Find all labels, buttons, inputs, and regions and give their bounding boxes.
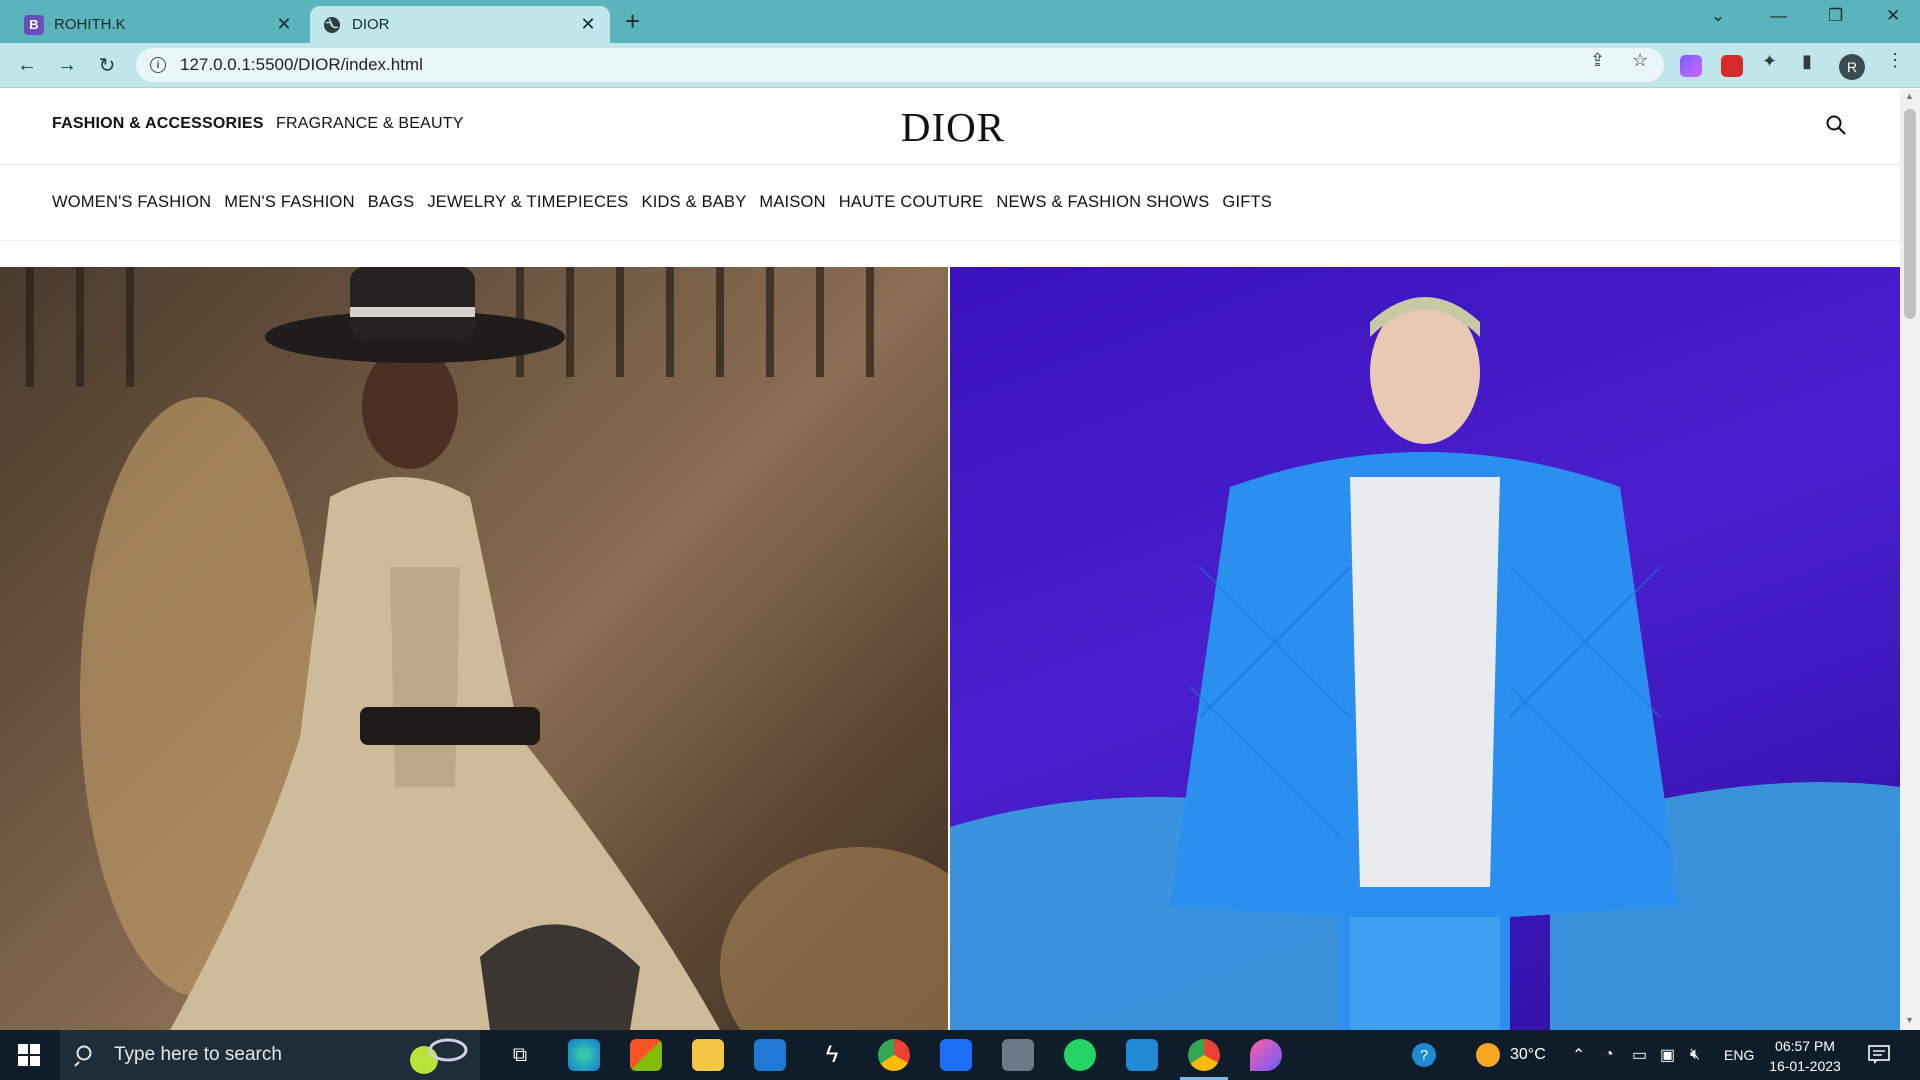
- forward-arrow-icon[interactable]: →: [54, 52, 80, 78]
- address-bar[interactable]: i 127.0.0.1:5500/DIOR/index.html: [136, 48, 1664, 82]
- close-window-icon[interactable]: ✕: [1886, 6, 1900, 26]
- notifications-icon[interactable]: [1868, 1030, 1890, 1080]
- side-panel-icon[interactable]: ▮: [1802, 51, 1812, 72]
- scroll-up-arrow-icon[interactable]: ▲: [1905, 91, 1914, 101]
- close-tab-icon[interactable]: ✕: [578, 14, 598, 35]
- nav-womens-fashion[interactable]: WOMEN'S FASHION: [52, 193, 211, 212]
- browser-toolbar: ← → ↻ i 127.0.0.1:5500/DIOR/index.html ⇪…: [0, 43, 1920, 88]
- extensions-puzzle-icon[interactable]: ✦: [1762, 51, 1777, 72]
- chrome-profile-icon[interactable]: [1188, 1039, 1220, 1071]
- nav-maison[interactable]: MAISON: [759, 193, 825, 212]
- camera-icon[interactable]: [1002, 1039, 1034, 1071]
- nav-gifts[interactable]: GIFTS: [1222, 193, 1272, 212]
- nav-mens-fashion[interactable]: MEN'S FASHION: [224, 193, 354, 212]
- blogger-favicon-icon: B: [24, 14, 44, 35]
- svg-text:?: ?: [1420, 1047, 1428, 1064]
- search-icon[interactable]: [1824, 113, 1848, 137]
- tab-title: ROHITH.K: [54, 16, 126, 33]
- scroll-down-arrow-icon[interactable]: ▼: [1905, 1015, 1914, 1025]
- file-explorer-icon[interactable]: [692, 1039, 724, 1071]
- app-bolt-icon[interactable]: ϟ: [816, 1030, 848, 1080]
- restore-icon[interactable]: ❐: [1828, 6, 1843, 26]
- fragrance-beauty-link[interactable]: FRAGRANCE & BEAUTY: [276, 115, 464, 133]
- edge-browser-icon[interactable]: [568, 1039, 600, 1071]
- nav-kids-baby[interactable]: KIDS & BABY: [642, 193, 747, 212]
- weather-sun-icon: [1476, 1043, 1500, 1067]
- dior-logo[interactable]: DIOR: [840, 103, 1066, 151]
- tab-title: DIOR: [352, 16, 390, 33]
- browser-tab-strip: B ROHITH.K ✕ DIOR ✕ + ⌄ — ❐ ✕: [0, 0, 1920, 43]
- tab-dior[interactable]: DIOR ✕: [310, 6, 610, 43]
- windows-taskbar: Type here to search ⧉ ϟ ? 30°C ⌃ ◔ ▭ ▣ 🔇…: [0, 1030, 1920, 1080]
- vscode-icon[interactable]: [1126, 1039, 1158, 1071]
- tab-search-chevron-icon[interactable]: ⌄: [1711, 6, 1725, 26]
- menu-kebab-icon[interactable]: ⋮: [1886, 50, 1904, 71]
- extension-purple-icon[interactable]: [1680, 55, 1702, 77]
- meet-now-icon[interactable]: ▣: [1660, 1030, 1675, 1080]
- battery-icon[interactable]: ▭: [1632, 1030, 1647, 1080]
- dropbox-icon[interactable]: [940, 1039, 972, 1071]
- profile-avatar[interactable]: R: [1839, 54, 1865, 80]
- whatsapp-icon[interactable]: [1064, 1039, 1096, 1071]
- extension-red-icon[interactable]: [1721, 55, 1743, 77]
- weather-temp: 30°C: [1510, 1046, 1546, 1063]
- system-clock[interactable]: 06:57 PM 16-01-2023: [1760, 1036, 1850, 1076]
- taskbar-search-box[interactable]: Type here to search: [60, 1030, 480, 1080]
- help-icon[interactable]: ?: [1410, 1030, 1438, 1080]
- close-tab-icon[interactable]: ✕: [274, 14, 294, 35]
- bookmark-star-icon[interactable]: ☆: [1632, 50, 1648, 71]
- windows-start-icon[interactable]: [0, 1030, 58, 1080]
- share-icon[interactable]: ⇪: [1590, 50, 1605, 71]
- tab-rohith[interactable]: B ROHITH.K ✕: [12, 6, 306, 43]
- fashion-accessories-link[interactable]: FASHION & ACCESSORIES: [52, 115, 264, 133]
- reload-icon[interactable]: ↻: [94, 52, 120, 78]
- scrollbar-thumb[interactable]: [1904, 109, 1916, 319]
- clock-time: 06:57 PM: [1775, 1038, 1835, 1054]
- nav-bags[interactable]: BAGS: [368, 193, 415, 212]
- nav-news-fashion-shows[interactable]: NEWS & FASHION SHOWS: [996, 193, 1209, 212]
- clock-date: 16-01-2023: [1769, 1058, 1841, 1074]
- paint-drop-icon[interactable]: [1250, 1039, 1282, 1071]
- new-tab-button[interactable]: +: [625, 8, 640, 34]
- nav-haute-couture[interactable]: HAUTE COUTURE: [839, 193, 984, 212]
- search-placeholder: Type here to search: [114, 1044, 282, 1065]
- language-indicator[interactable]: ENG: [1724, 1030, 1754, 1080]
- page-scrollbar[interactable]: ▲ ▼: [1900, 89, 1920, 1030]
- search-icon: [74, 1045, 92, 1067]
- task-view-icon[interactable]: ⧉: [500, 1030, 540, 1080]
- back-arrow-icon[interactable]: ←: [14, 52, 40, 78]
- url-text: 127.0.0.1:5500/DIOR/index.html: [180, 55, 423, 74]
- top-header: FASHION & ACCESSORIES FRAGRANCE & BEAUTY…: [0, 89, 1900, 165]
- nav-jewelry-timepieces[interactable]: JEWELRY & TIMEPIECES: [427, 193, 628, 212]
- mail-icon[interactable]: [754, 1039, 786, 1071]
- weather-widget[interactable]: 30°C: [1476, 1030, 1546, 1080]
- category-nav: WOMEN'S FASHION MEN'S FASHION BAGS JEWEL…: [0, 165, 1900, 241]
- page-viewport: FASHION & ACCESSORIES FRAGRANCE & BEAUTY…: [0, 89, 1900, 1030]
- chrome-icon[interactable]: [878, 1039, 910, 1071]
- globe-icon: [322, 15, 342, 35]
- site-info-icon[interactable]: i: [150, 57, 166, 73]
- tennis-ball-icon: [410, 1038, 468, 1074]
- volume-muted-icon[interactable]: 🔇︎: [1690, 1030, 1700, 1080]
- hero-image-mens[interactable]: [950, 267, 1900, 1030]
- tray-chevron-icon[interactable]: ⌃: [1572, 1030, 1585, 1080]
- wifi-icon[interactable]: ◔: [1604, 1030, 1614, 1080]
- microsoft-store-icon[interactable]: [630, 1039, 662, 1071]
- hero-image-womens[interactable]: [0, 267, 1000, 1030]
- minimize-icon[interactable]: —: [1770, 6, 1787, 26]
